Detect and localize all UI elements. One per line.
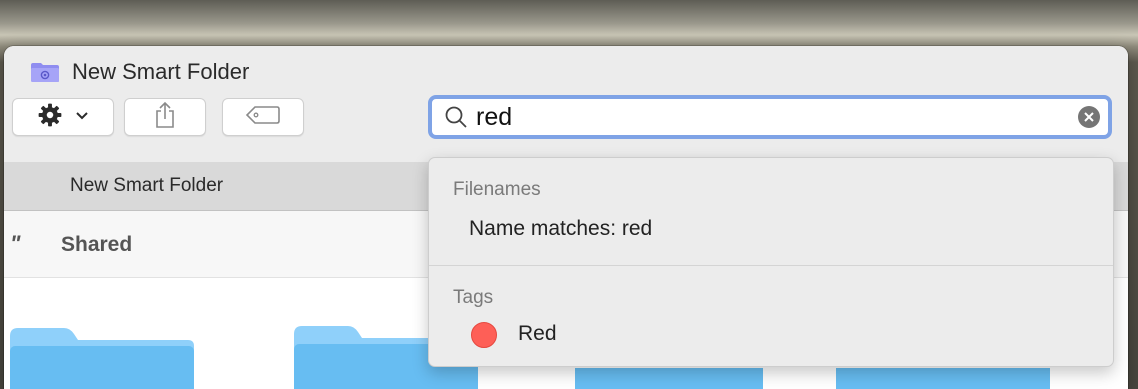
search-field[interactable] — [428, 95, 1112, 139]
window-title: New Smart Folder — [30, 59, 249, 85]
quote-mark: " — [10, 231, 21, 256]
folder-icon[interactable] — [6, 326, 196, 389]
tags-heading: Tags — [453, 287, 494, 308]
search-icon — [444, 105, 468, 129]
clear-search-button[interactable] — [1078, 106, 1100, 128]
search-suggestions-menu: Filenames Name matches: red Tags Red — [428, 157, 1114, 367]
clear-icon — [1084, 112, 1094, 122]
folder-icon[interactable] — [836, 368, 1050, 389]
filename-suggestion[interactable]: Name matches: red — [469, 217, 652, 241]
folder-icon[interactable] — [575, 368, 763, 389]
gear-icon — [37, 102, 63, 133]
section-label-shared: Shared — [61, 233, 133, 256]
smart-folder-icon — [30, 61, 60, 83]
action-menu-button[interactable] — [12, 98, 114, 136]
share-button[interactable] — [124, 98, 206, 136]
red-tag-dot-icon — [471, 322, 497, 348]
menu-divider — [429, 265, 1113, 266]
filenames-heading: Filenames — [453, 179, 541, 200]
chevron-down-icon — [75, 108, 89, 126]
window-title-text: New Smart Folder — [72, 59, 250, 84]
search-input[interactable] — [476, 102, 1036, 132]
tag-suggestion-red[interactable]: Red — [518, 322, 557, 346]
title-toolbar: New Smart Folder — [4, 46, 1128, 163]
tags-button[interactable] — [222, 98, 304, 136]
tag-icon — [245, 105, 281, 130]
tab-new-smart-folder[interactable]: New Smart Folder — [70, 175, 223, 197]
share-icon — [154, 101, 176, 134]
